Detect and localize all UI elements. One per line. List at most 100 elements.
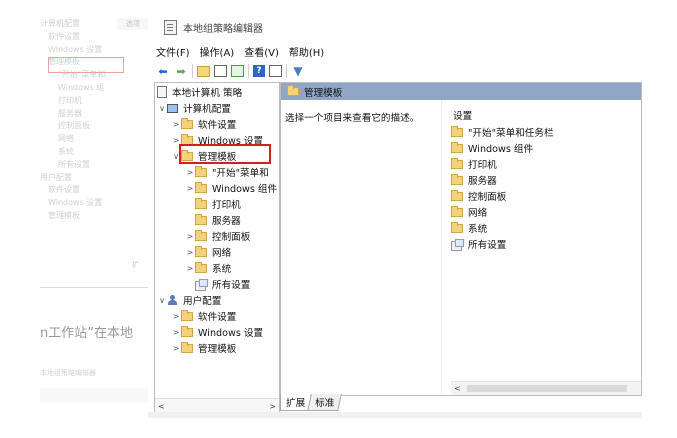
- tree-item-label: 服务器: [212, 216, 241, 227]
- folder-icon: [181, 341, 193, 353]
- collapse-chevron-icon[interactable]: ∨: [157, 104, 167, 113]
- list-item-label: 打印机: [468, 160, 497, 171]
- expand-chevron-icon[interactable]: >: [171, 328, 181, 337]
- folder-icon: [195, 245, 207, 257]
- ghost-tree-item: 软件设置: [48, 31, 80, 41]
- tree-item-label: 软件设置: [198, 312, 237, 323]
- ghost-tree-item: 软件设置: [48, 185, 80, 195]
- list-item[interactable]: 服务器: [451, 172, 497, 188]
- tab-standard[interactable]: 标准: [307, 394, 343, 411]
- tree-item-label: 打印机: [212, 200, 241, 211]
- tree-item-label: 本地计算机 策略: [172, 88, 243, 99]
- show-hide-tree-icon[interactable]: [214, 65, 227, 77]
- toolbar-separator: [286, 64, 287, 78]
- expand-chevron-icon[interactable]: >: [185, 232, 195, 241]
- tree-item-computer-config[interactable]: ∨ 计算机配置: [157, 100, 231, 116]
- details-horizontal-scrollbar[interactable]: <: [451, 381, 641, 395]
- tree-item-control-panel[interactable]: > 控制面板: [185, 228, 250, 244]
- folder-icon: [195, 197, 207, 209]
- folder-icon: [195, 165, 207, 177]
- folder-icon: [181, 309, 193, 321]
- list-item[interactable]: "开始"菜单和任务栏: [451, 124, 554, 140]
- scroll-left-arrow-icon[interactable]: <: [451, 384, 461, 393]
- tree-item-label: Windows 设置: [198, 328, 264, 339]
- tree-item-start-menu[interactable]: > "开始"菜单和: [185, 164, 269, 180]
- tree-item-label: 系统: [212, 264, 232, 275]
- tree-item-network[interactable]: > 网络: [185, 244, 231, 260]
- all-settings-icon: [451, 238, 464, 251]
- ghost-tree-item: 所有设置: [58, 159, 90, 169]
- list-item-label: 网络: [468, 208, 488, 219]
- back-arrow-icon[interactable]: ⬅: [156, 64, 170, 78]
- view-icon[interactable]: [269, 65, 282, 77]
- tree-item-system[interactable]: > 系统: [185, 260, 231, 276]
- folder-icon: [181, 117, 193, 129]
- tree-item-label: Windows 组件: [212, 184, 278, 195]
- tree-item-root[interactable]: 本地计算机 策略: [157, 84, 242, 100]
- menu-action[interactable]: 操作(A): [200, 44, 235, 59]
- list-item[interactable]: 所有设置: [451, 236, 506, 252]
- tree-item-windows-components[interactable]: > Windows 组件: [185, 180, 277, 196]
- scrollbar-thumb[interactable]: [466, 385, 627, 392]
- list-item-label: 系统: [468, 224, 488, 235]
- list-item[interactable]: 控制面板: [451, 188, 506, 204]
- settings-column-header[interactable]: 设置: [453, 108, 472, 122]
- export-list-icon[interactable]: [231, 65, 244, 77]
- menu-file[interactable]: 文件(F): [156, 44, 190, 59]
- ghost-article-text: n工作站”在本地: [40, 326, 133, 341]
- list-item[interactable]: 网络: [451, 204, 487, 220]
- tree-horizontal-scrollbar[interactable]: < >: [155, 398, 279, 413]
- help-icon[interactable]: ?: [253, 65, 265, 77]
- list-item-label: 所有设置: [468, 240, 507, 251]
- folder-icon: [451, 173, 463, 185]
- expand-chevron-icon[interactable]: >: [171, 344, 181, 353]
- tree-item-all-settings[interactable]: 所有设置: [185, 276, 250, 292]
- folder-icon: [451, 205, 463, 217]
- up-folder-icon[interactable]: [197, 65, 210, 77]
- expand-chevron-icon[interactable]: >: [185, 248, 195, 257]
- tab-extended[interactable]: 扩展: [280, 394, 311, 411]
- tab-standard-label: 标准: [315, 398, 335, 409]
- list-item[interactable]: Windows 组件: [451, 140, 533, 156]
- tree-item-user-config[interactable]: ∨ 用户配置: [157, 292, 221, 308]
- forward-arrow-icon[interactable]: ➡: [174, 64, 188, 78]
- list-item-label: 控制面板: [468, 192, 507, 203]
- menu-view[interactable]: 查看(V): [244, 44, 279, 59]
- tree-item-servers[interactable]: 服务器: [185, 212, 241, 228]
- folder-icon: [451, 141, 463, 153]
- ghost-tree-item: 服务器: [58, 108, 82, 118]
- scroll-right-arrow-icon[interactable]: >: [266, 402, 279, 411]
- list-item[interactable]: 打印机: [451, 156, 497, 172]
- expand-chevron-icon[interactable]: >: [185, 264, 195, 273]
- folder-icon: [451, 125, 463, 137]
- list-item[interactable]: 系统: [451, 220, 487, 236]
- description-text: 选择一个项目来查看它的描述。: [285, 113, 420, 124]
- tree-item-user-windows-settings[interactable]: > Windows 设置: [171, 324, 263, 340]
- filter-icon[interactable]: ▼: [291, 64, 305, 78]
- folder-icon: [451, 221, 463, 233]
- ghost-tree: 计算机配置 软件设置 Windows 设置 管理模板 "开始"菜单和 Windo…: [40, 18, 145, 223]
- tree-item-printers[interactable]: 打印机: [185, 196, 241, 212]
- tree-item-user-admin-templates[interactable]: > 管理模板: [171, 340, 236, 356]
- computer-icon: [167, 103, 178, 113]
- expand-chevron-icon[interactable]: >: [171, 120, 181, 129]
- ghost-tree-item: Windows 设置: [48, 198, 103, 208]
- expand-chevron-icon[interactable]: >: [185, 184, 195, 193]
- list-item-label: 服务器: [468, 176, 497, 187]
- expand-chevron-icon[interactable]: >: [185, 168, 195, 177]
- tree-item-user-software-settings[interactable]: > 软件设置: [171, 308, 236, 324]
- menu-help[interactable]: 帮助(H): [289, 44, 324, 59]
- tree-item-software-settings[interactable]: > 软件设置: [171, 116, 236, 132]
- folder-icon: [287, 85, 299, 96]
- scroll-left-arrow-icon[interactable]: <: [155, 402, 168, 411]
- expand-chevron-icon[interactable]: >: [171, 312, 181, 321]
- tree-item-label: "开始"菜单和: [212, 168, 269, 179]
- ghost-divider: [40, 287, 148, 288]
- highlight-box: [179, 144, 271, 164]
- collapse-chevron-icon[interactable]: ∨: [157, 296, 167, 305]
- ghost-pane-label: 选项: [118, 18, 148, 30]
- list-item-label: "开始"菜单和任务栏: [468, 128, 554, 139]
- ghost-tree-item: Windows 设置: [48, 44, 103, 54]
- view-tabs: 扩展 标准: [280, 394, 343, 411]
- tree-item-label: 用户配置: [183, 296, 222, 307]
